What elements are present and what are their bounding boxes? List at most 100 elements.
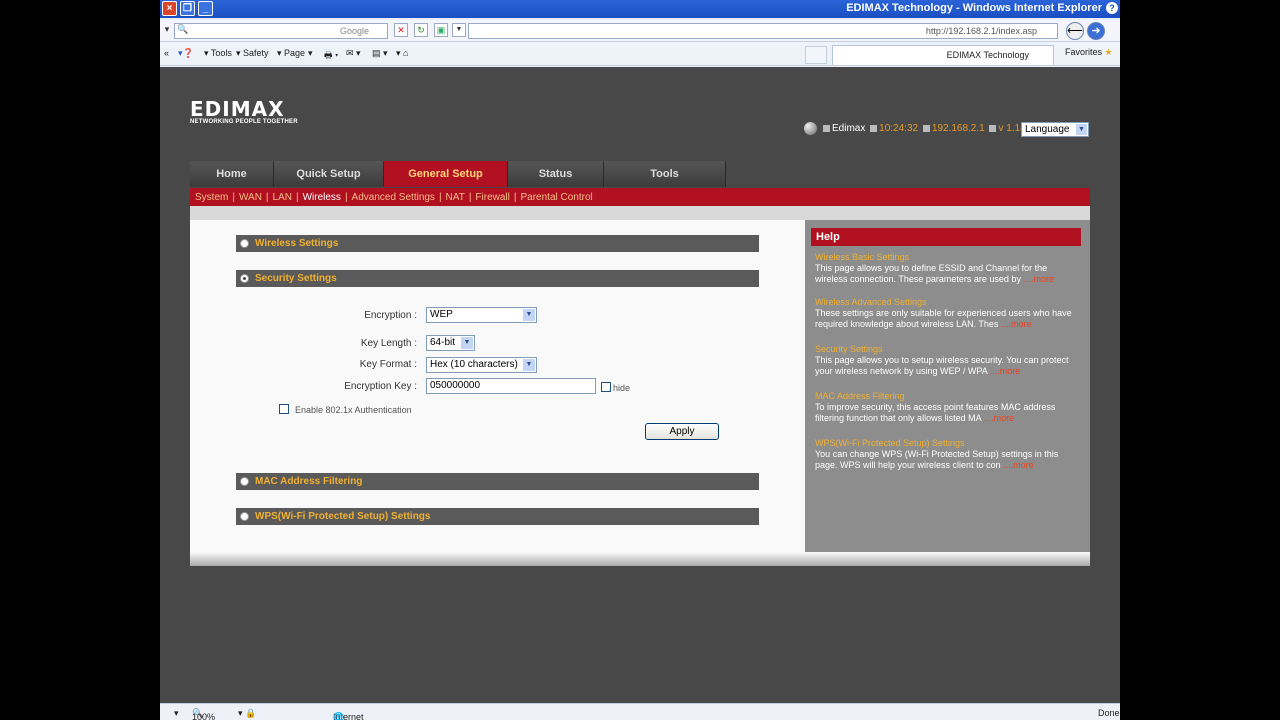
subnav-wan[interactable]: WAN	[239, 192, 262, 203]
tools-menu[interactable]: ▾ Tools	[204, 48, 232, 59]
help-item: Security Settings This page allows you t…	[815, 344, 1080, 377]
help-icon[interactable]: ?	[1106, 2, 1118, 14]
refresh-icon[interactable]: ↻	[414, 23, 428, 37]
address-bar[interactable]: http://192.168.2.1/index.asp	[468, 23, 1058, 39]
logo-tagline: NETWORKING PEOPLE TOGETHER	[190, 119, 298, 125]
zoom-level[interactable]: 100% 🔍	[192, 708, 215, 720]
security-icon[interactable]: ▾ 🔒	[238, 708, 256, 719]
sub-navigation: System | WAN | LAN | Wireless | Advanced Setting…	[190, 188, 1090, 206]
key-length-label: Key Length :	[360, 338, 417, 349]
more-link[interactable]: ....more	[1001, 319, 1032, 329]
main-tabs: Home Quick Setup General Setup Status To…	[190, 161, 730, 187]
favorites-chevron-icon[interactable]: «	[164, 48, 169, 58]
auth-checkbox[interactable]	[279, 404, 289, 414]
language-value: Language	[1025, 124, 1070, 135]
browser-window: × ❐ _ EDIMAX Technology - Windows Intern…	[160, 0, 1120, 720]
subnav-advanced-settings[interactable]: Advanced Settings	[352, 192, 435, 203]
feeds-icon[interactable]: ▤ ▾	[372, 48, 388, 59]
tab-quick-setup-label: Quick Setup	[296, 168, 361, 180]
tab-tools[interactable]: Tools	[604, 161, 726, 187]
subnav-lan[interactable]: LAN	[273, 192, 292, 203]
help-item: MAC Address Filtering To improve securit…	[815, 391, 1080, 424]
help-item: Wireless Basic Settings This page allows…	[815, 252, 1080, 285]
url-text: http://192.168.2.1/index.asp	[925, 26, 1037, 36]
tab-quick-setup[interactable]: Quick Setup	[274, 161, 384, 187]
apply-button[interactable]: Apply	[645, 423, 719, 440]
key-format-value: Hex (10 characters)	[430, 359, 518, 370]
key-format-select[interactable]: Hex (10 characters) ▼	[426, 357, 537, 373]
forward-icon[interactable]: ➜	[1087, 22, 1105, 40]
tab-tools-label: Tools	[650, 168, 679, 180]
subnav-firewall[interactable]: Firewall	[475, 192, 509, 203]
host-name: Edimax	[832, 123, 866, 135]
key-length-select[interactable]: 64-bit ▼	[426, 335, 475, 351]
section-title: Wireless Settings	[255, 238, 339, 249]
subnav-system[interactable]: System	[195, 192, 228, 203]
page-menu-arrow-icon[interactable]: ▾	[308, 48, 313, 59]
tab-home-label: Home	[216, 168, 247, 180]
arrow-icon	[989, 125, 997, 132]
help-item-title[interactable]: MAC Address Filtering	[815, 391, 1080, 402]
close-icon[interactable]: ×	[162, 1, 177, 16]
encryption-value: WEP	[430, 309, 453, 320]
browser-tab[interactable]: EDIMAX Technology	[832, 45, 1054, 65]
divider	[190, 206, 1090, 220]
minimize-icon[interactable]: _	[198, 1, 213, 16]
key-length-value: 64-bit	[430, 337, 456, 348]
subnav-parental-control[interactable]: Parental Control	[520, 192, 592, 203]
new-tab-button[interactable]	[805, 46, 827, 64]
help-item-title[interactable]: WPS(Wi-Fi Protected Setup) Settings	[815, 438, 1080, 449]
tab-status-label: Status	[538, 168, 573, 180]
chevron-down-icon[interactable]: ▼	[452, 23, 466, 37]
back-icon[interactable]: ⟵	[1066, 22, 1084, 40]
favorites-label: Favorites	[1065, 47, 1103, 57]
favorites-button[interactable]: Favorites ★	[1065, 47, 1113, 58]
subnav-wireless[interactable]: Wireless	[303, 192, 341, 203]
dropdown-icon[interactable]: ▾	[162, 23, 172, 37]
apply-label: Apply	[669, 426, 695, 437]
window-title: EDIMAX Technology - Windows Internet Exp…	[846, 2, 1102, 14]
safety-menu[interactable]: ▾ Safety	[236, 48, 269, 59]
star-icon: ★	[1104, 47, 1113, 57]
key-format-label: Key Format :	[359, 359, 417, 370]
section-title: MAC Address Filtering	[255, 476, 363, 487]
help-title: Help	[811, 228, 1081, 246]
help-item-title[interactable]: Security Settings	[815, 344, 1080, 355]
more-link[interactable]: ....more	[990, 366, 1021, 376]
section-mac-filtering[interactable]: MAC Address Filtering	[236, 473, 759, 490]
language-select[interactable]: Language ▼	[1021, 122, 1089, 137]
print-icon[interactable]: 🖶 ▾	[324, 48, 338, 64]
help-item-text: This page allows you to define ESSID and…	[815, 263, 1048, 284]
more-link[interactable]: ....more	[984, 413, 1015, 423]
mail-icon[interactable]: ✉ ▾	[346, 48, 361, 59]
zoom-dropdown-icon[interactable]: ▾	[174, 708, 179, 719]
restore-icon[interactable]: ❐	[180, 1, 195, 16]
help-item-title[interactable]: Wireless Basic Settings	[815, 252, 1080, 263]
stop-icon[interactable]: ✕	[394, 23, 408, 37]
image-icon[interactable]: ▣	[434, 23, 448, 37]
page-menu[interactable]: ▾ Page	[277, 48, 305, 59]
help-item-text: To improve security, this access point f…	[815, 402, 1056, 423]
auth-label: Enable 802.1x Authentication	[295, 405, 412, 415]
radio-icon	[240, 477, 249, 486]
encryption-select[interactable]: WEP ▼	[426, 307, 537, 323]
radio-icon	[240, 512, 249, 521]
encryption-key-input[interactable]: 050000000	[426, 378, 596, 394]
help-circle-icon[interactable]: ▾❓	[178, 48, 194, 59]
search-icon[interactable]: 🔍	[176, 23, 190, 37]
more-link[interactable]: ....more	[1023, 274, 1054, 284]
footer-bar	[190, 552, 1090, 566]
search-input[interactable]: Google	[174, 23, 388, 39]
more-link[interactable]: ....more	[1003, 460, 1034, 470]
tab-status[interactable]: Status	[508, 161, 604, 187]
section-wps-settings[interactable]: WPS(Wi-Fi Protected Setup) Settings	[236, 508, 759, 525]
home-icon[interactable]: ▾ ⌂	[396, 48, 408, 59]
section-security-settings[interactable]: Security Settings	[236, 270, 759, 287]
tab-general-setup[interactable]: General Setup	[384, 161, 508, 187]
section-wireless-settings[interactable]: Wireless Settings	[236, 235, 759, 252]
subnav-nat[interactable]: NAT	[446, 192, 465, 203]
tab-home[interactable]: Home	[190, 161, 274, 187]
help-item-title[interactable]: Wireless Advanced Settings	[815, 297, 1080, 308]
command-bar: « ▾❓ ▾ Tools ▾ Safety ▾ Page ▾ 🖶 ▾ ✉ ▾ ▤…	[160, 42, 1120, 66]
hide-checkbox[interactable]	[601, 382, 611, 392]
